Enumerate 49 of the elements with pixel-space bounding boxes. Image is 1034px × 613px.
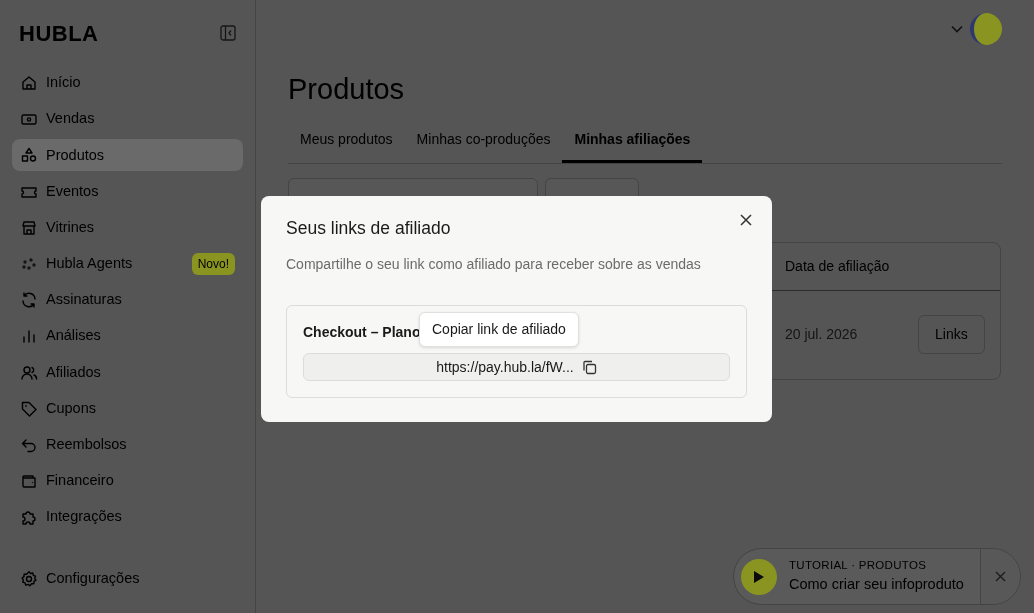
copy-icon[interactable] <box>581 359 597 375</box>
column-header: Data de afiliação <box>785 257 891 277</box>
sidebar-item[interactable]: Eventos <box>12 175 243 208</box>
table-cell-text: 20 jul. 2026 <box>785 325 859 345</box>
settings-item[interactable]: Configurações <box>12 562 243 595</box>
links-button[interactable]: Links <box>918 315 985 355</box>
puzzle-icon <box>20 508 38 527</box>
sidebar-item[interactable]: Afiliados <box>12 356 243 389</box>
play-icon <box>753 569 765 584</box>
sidebar-item[interactable]: Cupons <box>12 392 243 425</box>
logo: HUBLA <box>19 19 99 48</box>
refresh-icon <box>20 291 38 310</box>
sidebar-item[interactable]: Vitrines <box>12 211 243 244</box>
avatar[interactable] <box>970 13 1002 45</box>
sidebar-item[interactable]: Análises <box>12 320 243 353</box>
sidebar-item[interactable]: Hubla Agents Novo! <box>12 247 243 280</box>
close-icon <box>995 571 1006 582</box>
new-badge: Novo! <box>191 252 235 275</box>
sidebar-item[interactable]: Reembolsos <box>12 428 243 461</box>
sidebar-item[interactable]: Integrações <box>12 501 243 534</box>
modal-title: Seus links de afiliado <box>286 218 452 239</box>
tab[interactable]: Meus produtos <box>288 120 405 163</box>
sidebar-item[interactable]: Assinaturas <box>12 284 243 317</box>
sidebar-item[interactable]: Início <box>12 67 243 99</box>
tooltip: Copiar link de afiliado <box>419 312 579 347</box>
tutorial-caption: TUTORIAL · PRODUTOS <box>789 558 928 573</box>
chevron-down-icon[interactable] <box>951 25 963 33</box>
users-icon <box>20 363 38 382</box>
sidebar-toggle-icon[interactable] <box>220 25 236 41</box>
link-field[interactable]: https://pay.hub.la/fW... <box>303 353 730 381</box>
shapes-icon <box>20 146 38 165</box>
tab[interactable]: Minhas afiliações <box>562 120 703 163</box>
tag-icon <box>20 399 38 418</box>
sidebar-item[interactable]: Produtos <box>12 139 243 172</box>
modal-description: Compartilhe o seu link como afiliado para receber sobre as vendas <box>286 255 702 274</box>
tab[interactable]: Minhas co-produções <box>404 120 563 163</box>
home-icon <box>20 74 38 92</box>
page-title: Produtos <box>288 72 406 107</box>
wallet-icon <box>20 472 38 491</box>
gear-icon <box>20 569 38 588</box>
bar-chart-icon <box>20 327 38 346</box>
link-label: Checkout – Plano <box>303 324 421 340</box>
play-button[interactable] <box>741 558 777 595</box>
tutorial-card[interactable]: TUTORIAL · PRODUTOS Como criar seu infoproduto <box>733 548 1021 605</box>
sidebar-item[interactable]: Financeiro <box>12 465 243 498</box>
sidebar-item[interactable]: Vendas <box>12 103 243 136</box>
tutorial-title: Como criar seu infoproduto <box>789 575 964 595</box>
store-icon <box>20 218 38 237</box>
close-icon <box>740 214 752 226</box>
